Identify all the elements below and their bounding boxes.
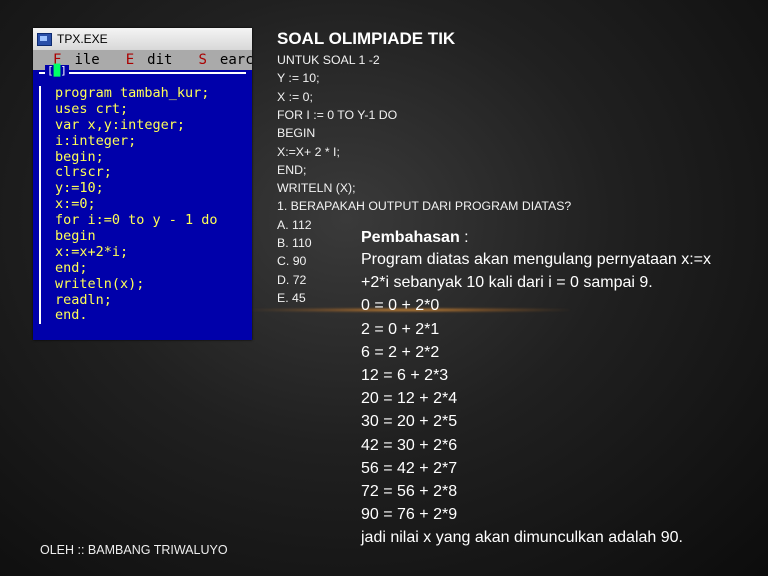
code-line: end;	[55, 259, 88, 276]
editor-close-box: [█]	[45, 64, 69, 77]
discussion-line: 30 = 20 + 2*5	[361, 413, 458, 431]
code-line: clrscr;	[55, 164, 112, 181]
menu-edit: Edit	[125, 52, 173, 68]
discussion-line: 6 = 2 + 2*2	[361, 343, 440, 361]
code-line: y:=10;	[55, 180, 104, 197]
code-line: for i:=0 to y - 1 do	[55, 212, 218, 229]
question-line: Y := 10;	[277, 71, 320, 86]
ide-title-bar: TPX.EXE	[33, 28, 252, 50]
code-line: uses crt;	[55, 100, 129, 117]
code-line: var x,y:integer;	[55, 116, 186, 133]
author-footer: OLEH :: BAMBANG TRIWALUYO	[40, 543, 228, 557]
code-line: begin	[55, 228, 96, 245]
discussion-line: 20 = 12 + 2*4	[361, 390, 458, 408]
question-line: D. 72	[277, 272, 307, 287]
discussion-line: 2 = 0 + 2*1	[361, 320, 440, 338]
discussion-line: jadi nilai x yang akan dimunculkan adala…	[361, 529, 683, 547]
question-line: B. 110	[277, 236, 312, 250]
question-line: WRITELN (X);	[277, 181, 356, 196]
question-line: 1. BERAPAKAH OUTPUT DARI PROGRAM DIATAS?	[277, 199, 572, 214]
question-line: UNTUK SOAL 1 -2	[277, 53, 380, 67]
question-line: E. 45	[277, 290, 306, 305]
question-line: C. 90	[277, 254, 307, 269]
menu-search: Search	[198, 52, 252, 68]
discussion-line: 90 = 76 + 2*9	[361, 506, 458, 524]
code-line: program tambah_kur;	[55, 85, 210, 101]
code-line: x:=0;	[55, 196, 96, 213]
app-window-icon	[37, 32, 52, 46]
question-line: A. 112	[277, 217, 312, 232]
code-line: x:=x+2*i;	[55, 243, 129, 260]
discussion-line: 56 = 42 + 2*7	[361, 459, 458, 477]
code-line: writeln(x);	[55, 275, 145, 292]
question-line: END;	[277, 162, 307, 177]
pascal-ide-screenshot: TPX.EXE File Edit Search Run [█] program…	[33, 28, 252, 340]
code-line: begin;	[55, 148, 104, 165]
ide-window-title: TPX.EXE	[57, 32, 108, 46]
discussion-heading: Pembahasan :	[361, 229, 469, 246]
question-line: BEGIN	[277, 126, 316, 141]
discussion-line: 72 = 56 + 2*8	[361, 483, 458, 500]
slide-title: SOAL OLIMPIADE TIK	[277, 29, 456, 48]
code-line: i:integer;	[55, 132, 137, 149]
question-line: X := 0;	[277, 89, 313, 104]
editor-frame-top: [█]	[39, 65, 246, 86]
pascal-code-editor: program tambah_kur; uses crt; var x,y:inte…	[39, 85, 252, 325]
discussion-line: Program diatas akan mengulang pernyataan…	[361, 251, 711, 268]
question-line: FOR I := 0 TO Y-1 DO	[277, 107, 398, 122]
discussion-line: +2*i sebanyak 10 kali dari i = 0 sampai …	[361, 274, 653, 292]
discussion-line: 42 = 30 + 2*6	[361, 436, 458, 454]
discussion-line: 0 = 0 + 2*0	[361, 297, 440, 315]
discussion-line: 12 = 6 + 2*3	[361, 367, 449, 384]
question-line: X:=X+ 2 * I;	[277, 144, 340, 159]
code-line: readln;	[55, 291, 112, 308]
code-line: end.	[55, 307, 88, 324]
